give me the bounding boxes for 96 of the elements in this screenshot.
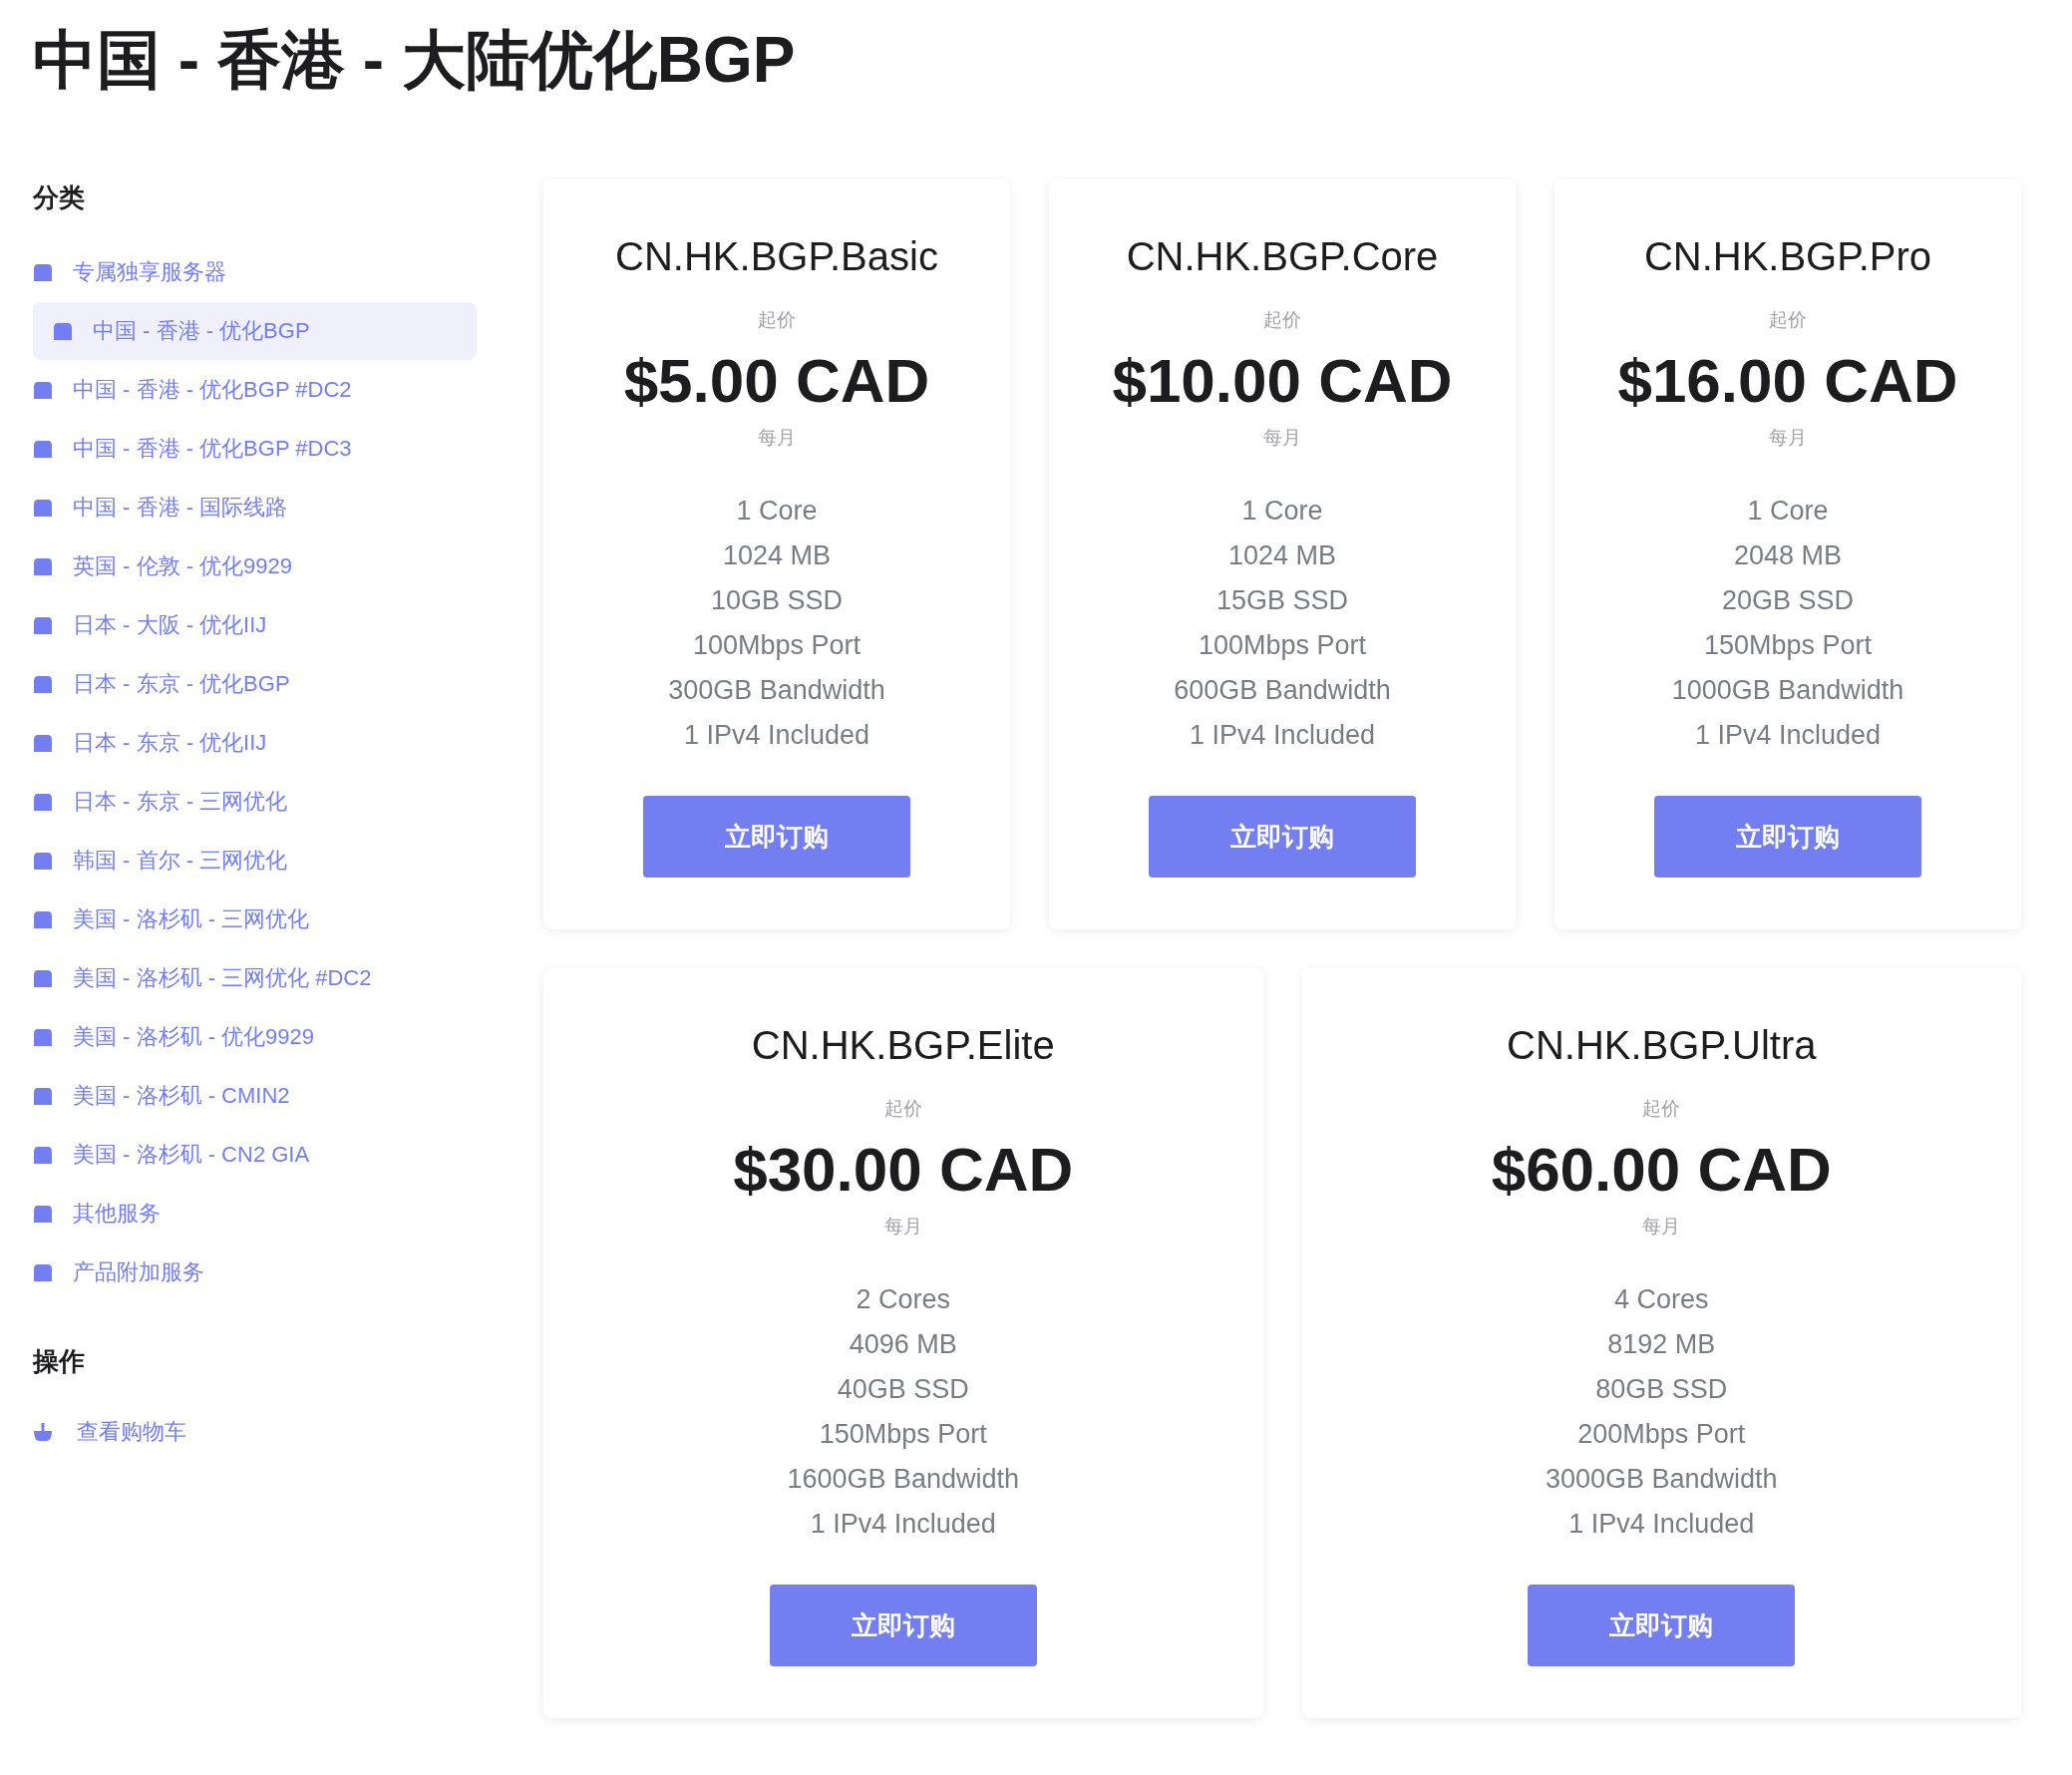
billing-cycle: 每月 [758, 426, 796, 450]
section-heading: 操作 [33, 1345, 85, 1378]
price: $5.00 CAD [623, 345, 930, 417]
box-icon [33, 1204, 53, 1224]
feature-text: 3000GB Bandwidth [1545, 1463, 1778, 1496]
feature-text: 100Mbps Port [1198, 629, 1367, 662]
category-link[interactable]: 日本 - 东京 - 优化BGP [33, 655, 477, 713]
category-link[interactable]: 中国 - 香港 - 优化BGP #DC3 [33, 420, 477, 478]
price: $30.00 CAD [733, 1134, 1074, 1206]
feature-text: 200Mbps Port [1577, 1418, 1746, 1451]
box-icon [33, 380, 53, 400]
feature-text: 1000GB Bandwidth [1671, 674, 1904, 707]
product-name: CN.HK.BGP.Basic [615, 233, 938, 280]
feature-text: 10GB SSD [710, 584, 844, 617]
box-icon [33, 674, 53, 694]
section-heading: 分类 [33, 181, 85, 214]
feature-text: 40GB SSD [837, 1373, 969, 1406]
price-prefix: 起价 [1642, 1097, 1681, 1121]
category-link[interactable]: 韩国 - 首尔 - 三网优化 [33, 832, 477, 889]
billing-cycle: 每月 [1263, 426, 1301, 450]
feature-text: 1 IPv4 Included [1568, 1508, 1755, 1541]
feature-text: 1024 MB [1227, 539, 1337, 572]
billing-cycle: 每月 [1769, 426, 1807, 450]
box-icon [33, 1027, 53, 1047]
category-link[interactable]: 美国 - 洛杉矶 - 三网优化 [33, 890, 477, 948]
feature-text: 2 Cores [856, 1283, 950, 1316]
box-icon [33, 851, 53, 871]
feature-text: 150Mbps Port [1703, 629, 1873, 662]
feature-text: 100Mbps Port [692, 629, 862, 662]
price: $16.00 CAD [1617, 345, 1958, 417]
feature-text: 1024 MB [722, 539, 832, 572]
price-prefix: 起价 [1263, 308, 1301, 332]
category-link[interactable]: 专属独享服务器 [33, 243, 477, 301]
feature-text: 1 Core [1241, 495, 1323, 528]
feature-text: 2048 MB [1733, 539, 1843, 572]
box-icon [33, 1145, 53, 1165]
feature-text: 1 IPv4 Included [683, 719, 870, 752]
billing-cycle: 每月 [883, 1215, 922, 1239]
price-prefix: 起价 [758, 308, 796, 332]
category-link[interactable]: 中国 - 香港 - 优化BGP #DC2 [33, 361, 477, 419]
feature-text: 20GB SSD [1721, 584, 1854, 617]
feature-text: 1 IPv4 Included [810, 1508, 996, 1541]
category-link[interactable]: 美国 - 洛杉矶 - CN2 GIA [33, 1126, 477, 1184]
product-name: CN.HK.BGP.Core [1126, 233, 1439, 280]
billing-cycle: 每月 [1642, 1215, 1681, 1239]
feature-text: 1 IPv4 Included [1694, 719, 1882, 752]
product-name: CN.HK.BGP.Pro [1643, 233, 1932, 280]
price-prefix: 起价 [883, 1097, 922, 1121]
feature-text: 150Mbps Port [819, 1418, 987, 1451]
feature-text: 1 Core [736, 495, 818, 528]
order-button[interactable]: 立即订购 [1149, 796, 1416, 878]
product-name: CN.HK.BGP.Ultra [1507, 1022, 1817, 1069]
box-icon [33, 733, 53, 753]
feature-text: 15GB SSD [1215, 584, 1349, 617]
category-link[interactable]: 美国 - 洛杉矶 - CMIN2 [33, 1067, 477, 1125]
feature-text: 4 Cores [1613, 1283, 1709, 1316]
box-icon [33, 1262, 53, 1282]
box-icon [33, 498, 53, 518]
basket-icon [33, 1422, 53, 1442]
box-icon [33, 439, 53, 459]
box-icon [33, 615, 53, 635]
category-link[interactable]: 中国 - 香港 - 优化BGP [33, 302, 477, 360]
category-link[interactable]: 日本 - 大阪 - 优化IIJ [33, 596, 477, 654]
order-button[interactable]: 立即订购 [1528, 1585, 1796, 1666]
category-link[interactable]: 其他服务 [33, 1185, 477, 1242]
category-link[interactable]: 美国 - 洛杉矶 - 优化9929 [33, 1008, 477, 1066]
box-icon [33, 909, 53, 929]
feature-text: 8192 MB [1607, 1328, 1716, 1361]
price: $10.00 CAD [1112, 345, 1453, 417]
order-button[interactable]: 立即订购 [1654, 796, 1921, 878]
feature-text: 1600GB Bandwidth [787, 1463, 1020, 1496]
price-prefix: 起价 [1769, 308, 1807, 332]
category-link[interactable]: 美国 - 洛杉矶 - 三网优化 #DC2 [33, 949, 477, 1007]
category-link[interactable]: 产品附加服务 [33, 1243, 477, 1301]
order-button[interactable]: 立即订购 [769, 1585, 1037, 1666]
category-link[interactable]: 中国 - 香港 - 国际线路 [33, 479, 477, 536]
order-button[interactable]: 立即订购 [643, 796, 910, 878]
price: $60.00 CAD [1491, 1134, 1832, 1206]
category-link[interactable]: 日本 - 东京 - 三网优化 [33, 773, 477, 831]
product-name: CN.HK.BGP.Elite [751, 1022, 1055, 1069]
page-title: 中国 - 香港 - 大陆优化BGP [33, 23, 796, 98]
box-icon [53, 321, 73, 341]
feature-text: 1 IPv4 Included [1189, 719, 1376, 752]
category-link[interactable]: 英国 - 伦敦 - 优化9929 [33, 537, 477, 595]
feature-text: 300GB Bandwidth [668, 674, 885, 707]
box-icon [33, 792, 53, 812]
box-icon [33, 556, 53, 576]
box-icon [33, 968, 53, 988]
category-link[interactable]: 日本 - 东京 - 优化IIJ [33, 714, 477, 772]
box-icon [33, 262, 53, 282]
cart-link[interactable]: 查看购物车 [33, 1403, 186, 1461]
feature-text: 1 Core [1747, 495, 1829, 528]
box-icon [33, 1086, 53, 1106]
feature-text: 4096 MB [849, 1328, 957, 1361]
feature-text: 80GB SSD [1595, 1373, 1728, 1406]
feature-text: 600GB Bandwidth [1174, 674, 1391, 707]
